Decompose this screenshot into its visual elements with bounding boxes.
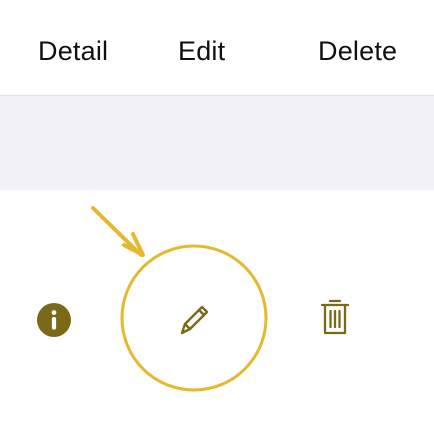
info-icon[interactable] xyxy=(36,302,72,338)
trash-icon[interactable] xyxy=(318,296,352,342)
action-header: Detail Edit Delete xyxy=(0,0,434,96)
edit-label[interactable]: Edit xyxy=(178,34,225,68)
delete-label[interactable]: Delete xyxy=(318,34,397,68)
pencil-icon[interactable] xyxy=(174,300,214,340)
section-divider xyxy=(0,96,434,190)
detail-label[interactable]: Detail xyxy=(38,34,108,68)
